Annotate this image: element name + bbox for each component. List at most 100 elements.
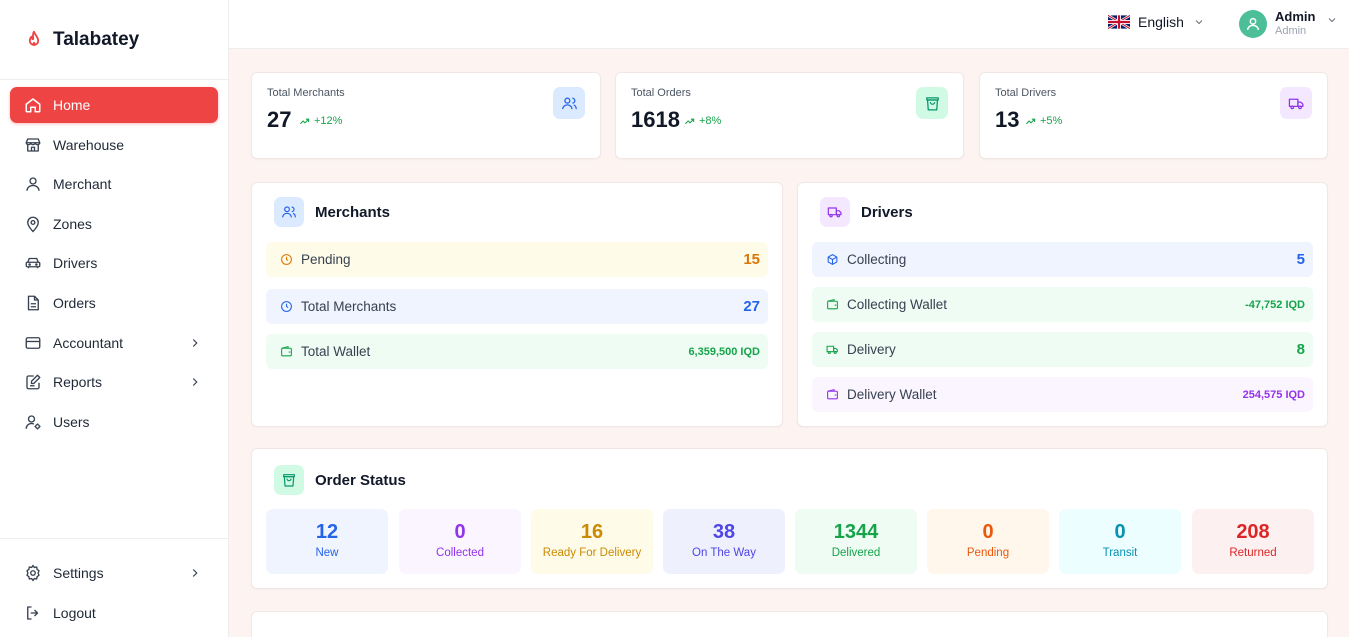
- user-avatar-icon: [1246, 17, 1260, 30]
- merchants-row-pending[interactable]: Pending 15: [266, 242, 768, 277]
- stat-trend-value: +12%: [314, 115, 343, 127]
- map-pin-icon: [27, 216, 39, 233]
- user-info: Admin Admin: [1275, 9, 1315, 38]
- row-label: Collecting Wallet: [847, 297, 948, 312]
- status-label: Pending: [966, 547, 1010, 559]
- panel-icon: [274, 197, 304, 227]
- row-label: Total Wallet: [301, 344, 371, 359]
- sidebar-item-settings[interactable]: Settings: [10, 555, 218, 591]
- merchants-row-wallet[interactable]: Total Wallet 6,359,500 IQD: [266, 334, 768, 369]
- car-icon: [25, 258, 41, 269]
- stat-trend: +8%: [684, 115, 721, 127]
- stat-trend: +5%: [1025, 115, 1062, 127]
- sidebar-item-label: Users: [53, 413, 90, 430]
- box-icon: [827, 254, 838, 265]
- drivers-row-collecting[interactable]: Collecting 5: [812, 242, 1313, 277]
- chevron-right-icon: [192, 378, 198, 387]
- language-label: English: [1138, 14, 1184, 30]
- stat-trend-value: +8%: [699, 115, 722, 127]
- user-menu[interactable]: Admin Admin: [1239, 9, 1338, 38]
- users-icon: [561, 97, 577, 109]
- status-count: 0: [982, 521, 994, 543]
- order-status-transit[interactable]: 0 Transit: [1059, 509, 1181, 574]
- panel-header: Drivers: [820, 197, 913, 227]
- row-value: 254,575 IQD: [1242, 388, 1305, 401]
- sidebar-item-merchant[interactable]: Merchant: [10, 166, 218, 202]
- users-icon: [282, 206, 296, 218]
- document-icon: [27, 295, 39, 311]
- stat-label: Total Merchants: [267, 87, 345, 99]
- sidebar-nav: Home Warehouse Merchant Zones Drivers Or…: [0, 80, 228, 440]
- status-count: 0: [454, 521, 466, 543]
- sidebar-item-logout[interactable]: Logout: [10, 595, 218, 631]
- sidebar-item-label: Accountant: [53, 334, 124, 351]
- order-status-delivered[interactable]: 1344 Delivered: [795, 509, 917, 574]
- user-gear-icon: [25, 415, 41, 430]
- order-status-panel: Order Status 12 New 0 Collected 16 Ready…: [251, 448, 1328, 589]
- order-status-returned[interactable]: 208 Returned: [1192, 509, 1314, 574]
- row-value: 5: [1296, 251, 1305, 268]
- user-role: Admin: [1275, 25, 1307, 37]
- drivers-row-delivery[interactable]: Delivery 8: [812, 332, 1313, 367]
- status-label: On The Way: [692, 547, 756, 559]
- brand[interactable]: Talabatey: [0, 0, 228, 80]
- order-status-collected[interactable]: 0 Collected: [399, 509, 521, 574]
- order-status-on-the-way[interactable]: 38 On The Way: [663, 509, 785, 574]
- status-count: 0: [1114, 521, 1126, 543]
- trending-up-icon: [1025, 118, 1036, 124]
- sidebar-item-accountant[interactable]: Accountant: [10, 325, 218, 361]
- stat-icon: [553, 87, 585, 119]
- row-value: -47,752 IQD: [1245, 298, 1305, 311]
- row-value: 6,359,500 IQD: [688, 345, 760, 358]
- row-label: Collecting: [847, 252, 907, 267]
- drivers-row-delivery-wallet[interactable]: Delivery Wallet 254,575 IQD: [812, 377, 1313, 412]
- order-status-new[interactable]: 12 New: [266, 509, 388, 574]
- sidebar-item-drivers[interactable]: Drivers: [10, 245, 218, 281]
- sidebar-item-label: Warehouse: [53, 136, 125, 153]
- panel-header: Order Status: [274, 465, 406, 495]
- stat-label: Total Drivers: [995, 87, 1057, 99]
- sidebar-item-label: Merchant: [53, 176, 112, 193]
- status-label: Delivered: [831, 547, 881, 559]
- wallet-icon: [827, 389, 838, 400]
- status-label: Collected: [436, 547, 484, 559]
- chevron-down-icon: [1195, 20, 1203, 25]
- sidebar-item-reports[interactable]: Reports: [10, 364, 218, 400]
- trending-up-icon: [684, 118, 695, 124]
- chevron-right-icon: [192, 569, 198, 577]
- status-count: 1344: [833, 521, 879, 543]
- stat-trend: +12%: [299, 115, 342, 127]
- drivers-row-collecting-wallet[interactable]: Collecting Wallet -47,752 IQD: [812, 287, 1313, 322]
- flame-logo-icon: [28, 30, 40, 46]
- truck-icon: [827, 207, 842, 218]
- sidebar-item-label: Logout: [53, 604, 96, 621]
- order-status-ready-for-delivery[interactable]: 16 Ready For Delivery: [531, 509, 653, 574]
- merchants-row-total[interactable]: Total Merchants 27: [266, 289, 768, 324]
- stat-card-drivers: Total Drivers 13 +5%: [979, 72, 1328, 159]
- sidebar-item-label: Home: [53, 97, 91, 113]
- row-label: Pending: [301, 252, 351, 267]
- logout-icon: [27, 605, 39, 620]
- drivers-panel: Drivers Collecting 5 Collecting Wallet -…: [797, 182, 1328, 427]
- wallet-icon: [281, 346, 292, 357]
- stat-card-orders: Total Orders 1618 +8%: [615, 72, 964, 159]
- stat-label: Total Orders: [631, 87, 691, 99]
- credit-card-icon: [25, 336, 41, 349]
- sidebar-item-zones[interactable]: Zones: [10, 206, 218, 242]
- panel-header: Merchants: [274, 197, 390, 227]
- language-selector[interactable]: English: [1108, 14, 1205, 30]
- truck-icon: [1288, 98, 1304, 109]
- panel-icon: [274, 465, 304, 495]
- status-count: 208: [1236, 521, 1270, 543]
- stat-value: 1618: [631, 107, 680, 132]
- warehouse-icon: [25, 137, 41, 152]
- sidebar: Talabatey Home Warehouse Merchant Zones …: [0, 0, 229, 637]
- sidebar-item-orders[interactable]: Orders: [10, 285, 218, 321]
- truck-icon: [826, 345, 838, 354]
- order-status-pending[interactable]: 0 Pending: [927, 509, 1049, 574]
- sidebar-item-users[interactable]: Users: [10, 404, 218, 440]
- sidebar-item-label: Orders: [53, 294, 96, 311]
- sidebar-item-warehouse[interactable]: Warehouse: [10, 127, 218, 163]
- sidebar-item-home[interactable]: Home: [10, 87, 218, 123]
- chevron-right-icon: [192, 338, 198, 347]
